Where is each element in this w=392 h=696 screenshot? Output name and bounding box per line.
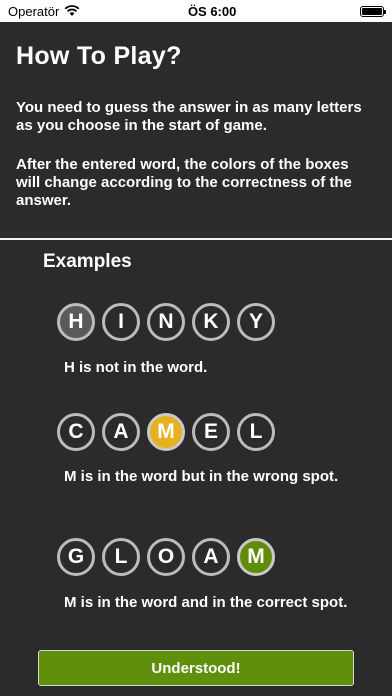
letter-tile: H	[57, 303, 95, 341]
example-2-text: M is in the word but in the wrong spot.	[64, 468, 339, 485]
divider	[0, 238, 392, 240]
status-bar: Operatör ÖS 6:00	[0, 0, 392, 22]
page-title: How To Play?	[16, 42, 182, 70]
letter-tile: Y	[237, 303, 275, 341]
carrier-label: Operatör	[8, 3, 60, 19]
intro-paragraph-1: You need to guess the answer in as many …	[16, 99, 362, 134]
wifi-icon	[64, 5, 80, 16]
example-3-text: M is in the word and in the correct spot…	[64, 594, 348, 611]
intro-paragraph-2: After the entered word, the colors of th…	[16, 156, 352, 209]
letter-tile: L	[237, 413, 275, 451]
letter-tile: O	[147, 538, 185, 576]
letter-tile: G	[57, 538, 95, 576]
status-right	[344, 5, 386, 17]
examples-title: Examples	[43, 251, 132, 272]
letter-tile: A	[102, 413, 140, 451]
understood-button[interactable]: Understood!	[38, 650, 354, 686]
letter-tile: M	[237, 538, 275, 576]
example-2-tiles: C A M E L	[57, 413, 275, 451]
example-3-tiles: G L O A M	[57, 538, 275, 576]
example-1-text: H is not in the word.	[64, 359, 208, 376]
letter-tile: L	[102, 538, 140, 576]
letter-tile: K	[192, 303, 230, 341]
example-1-tiles: H I N K Y	[57, 303, 275, 341]
battery-fill	[361, 7, 382, 15]
letter-tile: M	[147, 413, 185, 451]
letter-tile: C	[57, 413, 95, 451]
letter-tile: A	[192, 538, 230, 576]
letter-tile: E	[192, 413, 230, 451]
letter-tile: N	[147, 303, 185, 341]
status-left: Operatör	[8, 4, 80, 19]
battery-icon	[359, 5, 386, 17]
letter-tile: I	[102, 303, 140, 341]
status-time: ÖS 6:00	[187, 3, 237, 19]
